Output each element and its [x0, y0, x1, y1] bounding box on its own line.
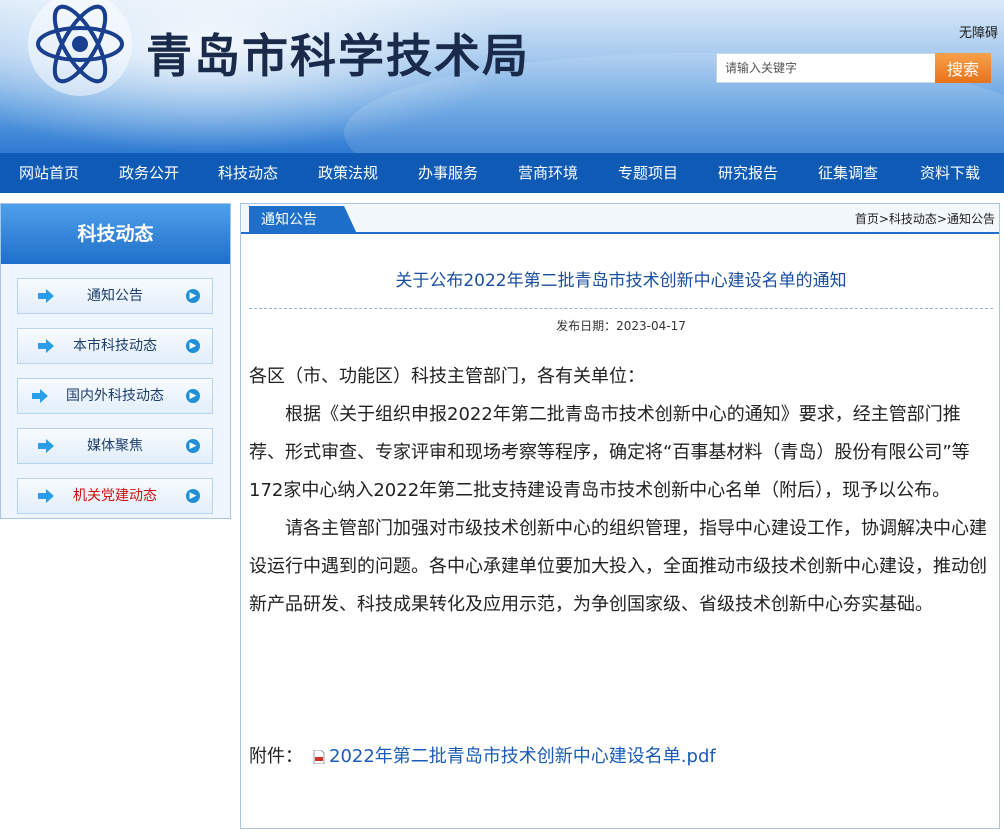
- pdf-file-icon: [313, 750, 325, 764]
- sidebar-item-label: 国内外科技动态: [66, 388, 164, 404]
- attachment: 附件： 2022年第二批青岛市技术创新中心建设名单.pdf: [249, 742, 716, 768]
- sidebar: 科技动态 通知公告 ▶ 本市科技动态 ▶ 国内外科技动态 ▶ 媒体聚焦 ▶ 机关…: [0, 203, 231, 519]
- article-panel: 通知公告 首页>科技动态>通知公告 关于公布2022年第二批青岛市技术创新中心建…: [240, 203, 1000, 829]
- publish-date-label: 发布日期：: [556, 319, 617, 333]
- sidebar-title: 科技动态: [1, 204, 230, 264]
- nav-item-tech-news[interactable]: 科技动态: [200, 153, 296, 193]
- attachment-label: 附件：: [249, 746, 303, 767]
- chevron-circle-icon: ▶: [186, 389, 200, 403]
- article-title: 关于公布2022年第二批青岛市技术创新中心建设名单的通知: [395, 271, 847, 291]
- atom-logo-icon[interactable]: [18, 0, 138, 100]
- article-body: 各区（市、功能区）科技主管部门，各有关单位： 根据《关于组织申报2022年第二批…: [249, 358, 989, 624]
- panel-header: 通知公告 首页>科技动态>通知公告: [241, 204, 999, 234]
- publish-date-value: 2023-04-17: [616, 319, 686, 333]
- nav-item-business-environment[interactable]: 营商环境: [496, 153, 600, 193]
- sidebar-item-label: 媒体聚焦: [87, 438, 143, 454]
- sidebar-item-label: 通知公告: [87, 288, 143, 304]
- salutation: 各区（市、功能区）科技主管部门，各有关单位：: [249, 366, 645, 387]
- main-nav: 网站首页 政务公开 科技动态 政策法规 办事服务 营商环境 专题项目 研究报告 …: [0, 153, 1004, 193]
- nav-item-services[interactable]: 办事服务: [400, 153, 496, 193]
- arrow-right-icon: [38, 339, 54, 353]
- publish-date: 发布日期：2023-04-17: [241, 317, 1001, 334]
- sidebar-item-local-tech-news[interactable]: 本市科技动态 ▶: [17, 328, 213, 364]
- tab-notices[interactable]: 通知公告: [249, 206, 357, 234]
- arrow-right-icon: [38, 439, 54, 453]
- sidebar-item-label: 本市科技动态: [73, 338, 157, 354]
- chevron-circle-icon: ▶: [186, 289, 200, 303]
- arrow-right-icon: [38, 289, 54, 303]
- arrow-right-icon: [38, 489, 54, 503]
- sidebar-item-label: 机关党建动态: [73, 488, 157, 504]
- nav-item-special-projects[interactable]: 专题项目: [600, 153, 696, 193]
- paragraph: 根据《关于组织申报2022年第二批青岛市技术创新中心的通知》要求，经主管部门推荐…: [249, 404, 970, 501]
- sidebar-menu: 通知公告 ▶ 本市科技动态 ▶ 国内外科技动态 ▶ 媒体聚焦 ▶ 机关党建动态 …: [1, 264, 230, 518]
- chevron-circle-icon: ▶: [186, 339, 200, 353]
- chevron-circle-icon: ▶: [186, 489, 200, 503]
- arrow-right-icon: [32, 389, 48, 403]
- sidebar-item-party-building[interactable]: 机关党建动态 ▶: [17, 478, 213, 514]
- search-input[interactable]: [716, 53, 935, 83]
- search-button[interactable]: 搜索: [935, 53, 991, 83]
- attachment-link[interactable]: 2022年第二批青岛市技术创新中心建设名单.pdf: [329, 742, 716, 768]
- nav-item-government-affairs[interactable]: 政务公开: [98, 153, 200, 193]
- sidebar-item-notices[interactable]: 通知公告 ▶: [17, 278, 213, 314]
- accessibility-link[interactable]: 无障碍: [959, 22, 998, 41]
- site-header: 青岛市科学技术局 无障碍 搜索: [0, 0, 1004, 153]
- breadcrumb[interactable]: 首页>科技动态>通知公告: [855, 210, 995, 227]
- sidebar-item-domestic-foreign-tech-news[interactable]: 国内外科技动态 ▶: [17, 378, 213, 414]
- title-divider: [249, 308, 993, 309]
- sidebar-item-media-focus[interactable]: 媒体聚焦 ▶: [17, 428, 213, 464]
- paragraph: 请各主管部门加强对市级技术创新中心的组织管理，指导中心建设工作，协调解决中心建设…: [249, 518, 987, 615]
- site-title: 青岛市科学技术局: [146, 29, 530, 83]
- nav-item-research-reports[interactable]: 研究报告: [696, 153, 800, 193]
- nav-item-downloads[interactable]: 资料下载: [896, 153, 1004, 193]
- nav-item-home[interactable]: 网站首页: [0, 153, 98, 193]
- nav-item-policies[interactable]: 政策法规: [296, 153, 400, 193]
- nav-item-surveys[interactable]: 征集调查: [800, 153, 896, 193]
- chevron-circle-icon: ▶: [186, 439, 200, 453]
- search-bar: 搜索: [716, 53, 991, 83]
